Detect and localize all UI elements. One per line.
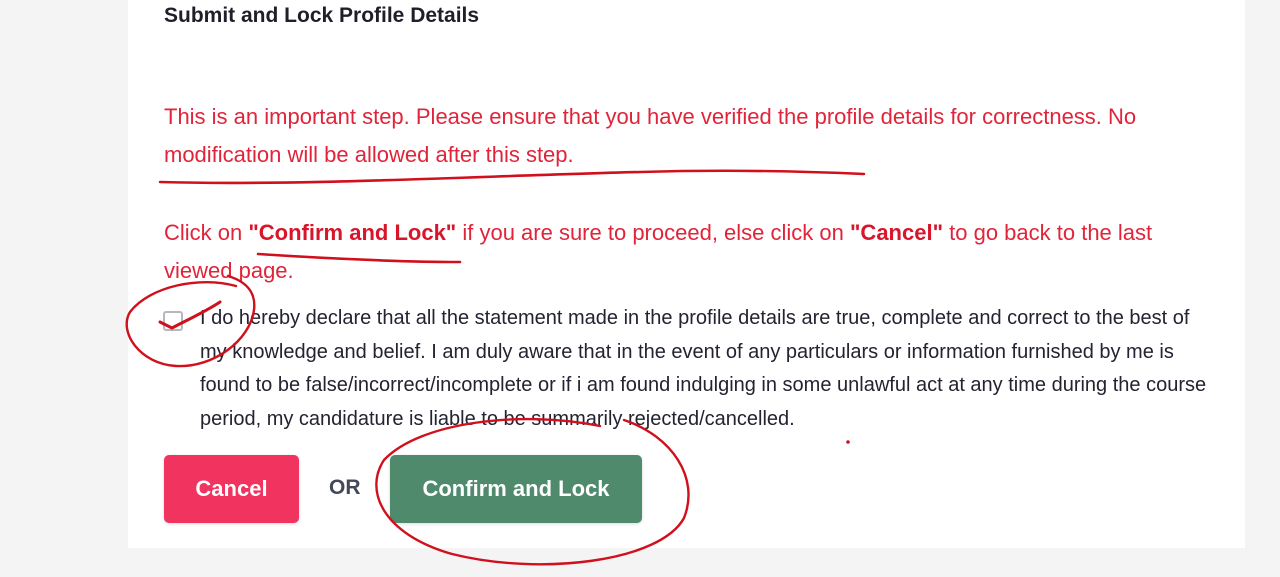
confirm-and-lock-button[interactable]: Confirm and Lock [390,455,642,523]
or-separator: OR [329,476,361,499]
verification-warning: This is an important step. Please ensure… [164,104,1137,167]
cancel-reference: "Cancel" [850,220,944,245]
proceed-instruction: Click on "Confirm and Lock" if you are s… [164,214,1204,290]
instruction-middle: if you are sure to proceed, else click o… [456,220,850,245]
declaration-checkbox[interactable] [163,311,183,331]
cancel-button[interactable]: Cancel [164,455,299,523]
declaration-text: I do hereby declare that all the stateme… [200,307,1207,430]
confirm-reference: "Confirm and Lock" [248,220,457,245]
instruction-prefix: Click on [164,220,249,245]
section-title: Submit and Lock Profile Details [164,4,480,27]
